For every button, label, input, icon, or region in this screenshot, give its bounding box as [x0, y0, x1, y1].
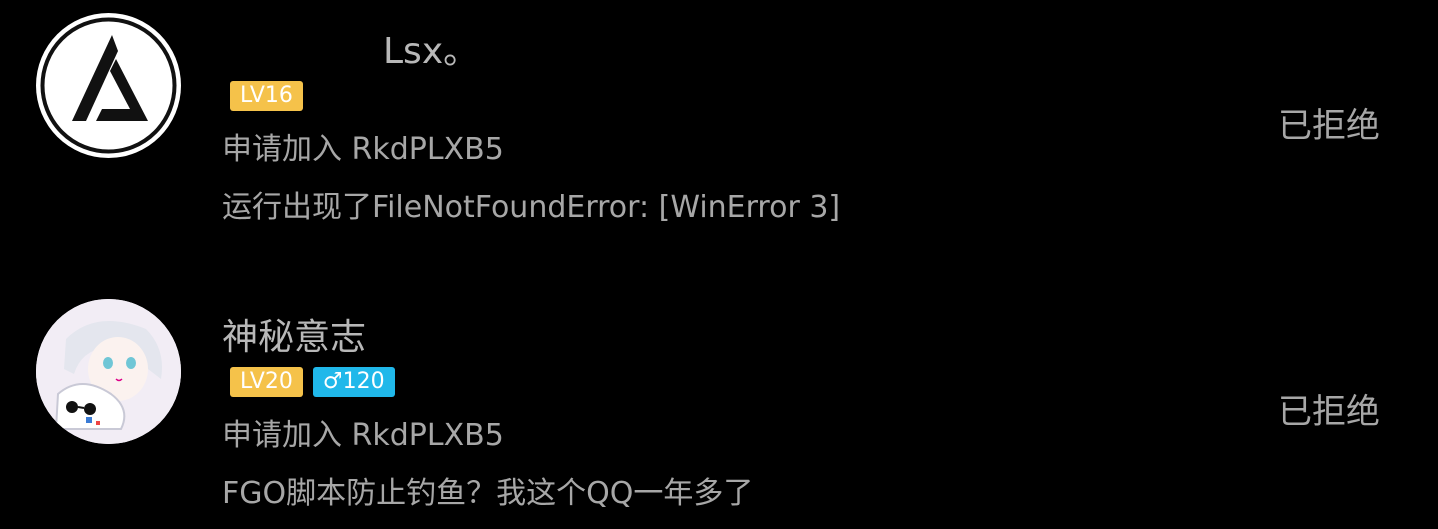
gender-age-badge: ♂120: [312, 367, 395, 397]
member-name: Lsx。: [383, 31, 480, 72]
apply-text: 申请加入 RkdPLXB5: [222, 418, 504, 453]
avatar[interactable]: [36, 299, 181, 444]
apply-text: 申请加入 RkdPLXB5: [222, 132, 504, 167]
badge-row: LV20 ♂120: [230, 367, 395, 397]
anime-avatar-icon: [36, 299, 181, 444]
request-message: FGO脚本防止钓鱼？我这个QQ一年多了: [222, 476, 754, 511]
badge-row: LV16: [230, 81, 303, 111]
avatar[interactable]: [36, 13, 181, 158]
status-label: 已拒绝: [1278, 106, 1380, 146]
request-message: 运行出现了FileNotFoundError: [WinError 3]: [222, 190, 841, 225]
member-name: 神秘意志: [222, 317, 367, 358]
level-badge: LV20: [230, 367, 303, 397]
level-badge: LV16: [230, 81, 303, 111]
linkin-park-logo-icon: [36, 13, 181, 158]
status-label: 已拒绝: [1278, 392, 1380, 432]
join-requests-page: Lsx。 LV16 申请加入 RkdPLXB5 运行出现了FileNotFoun…: [0, 0, 1438, 529]
